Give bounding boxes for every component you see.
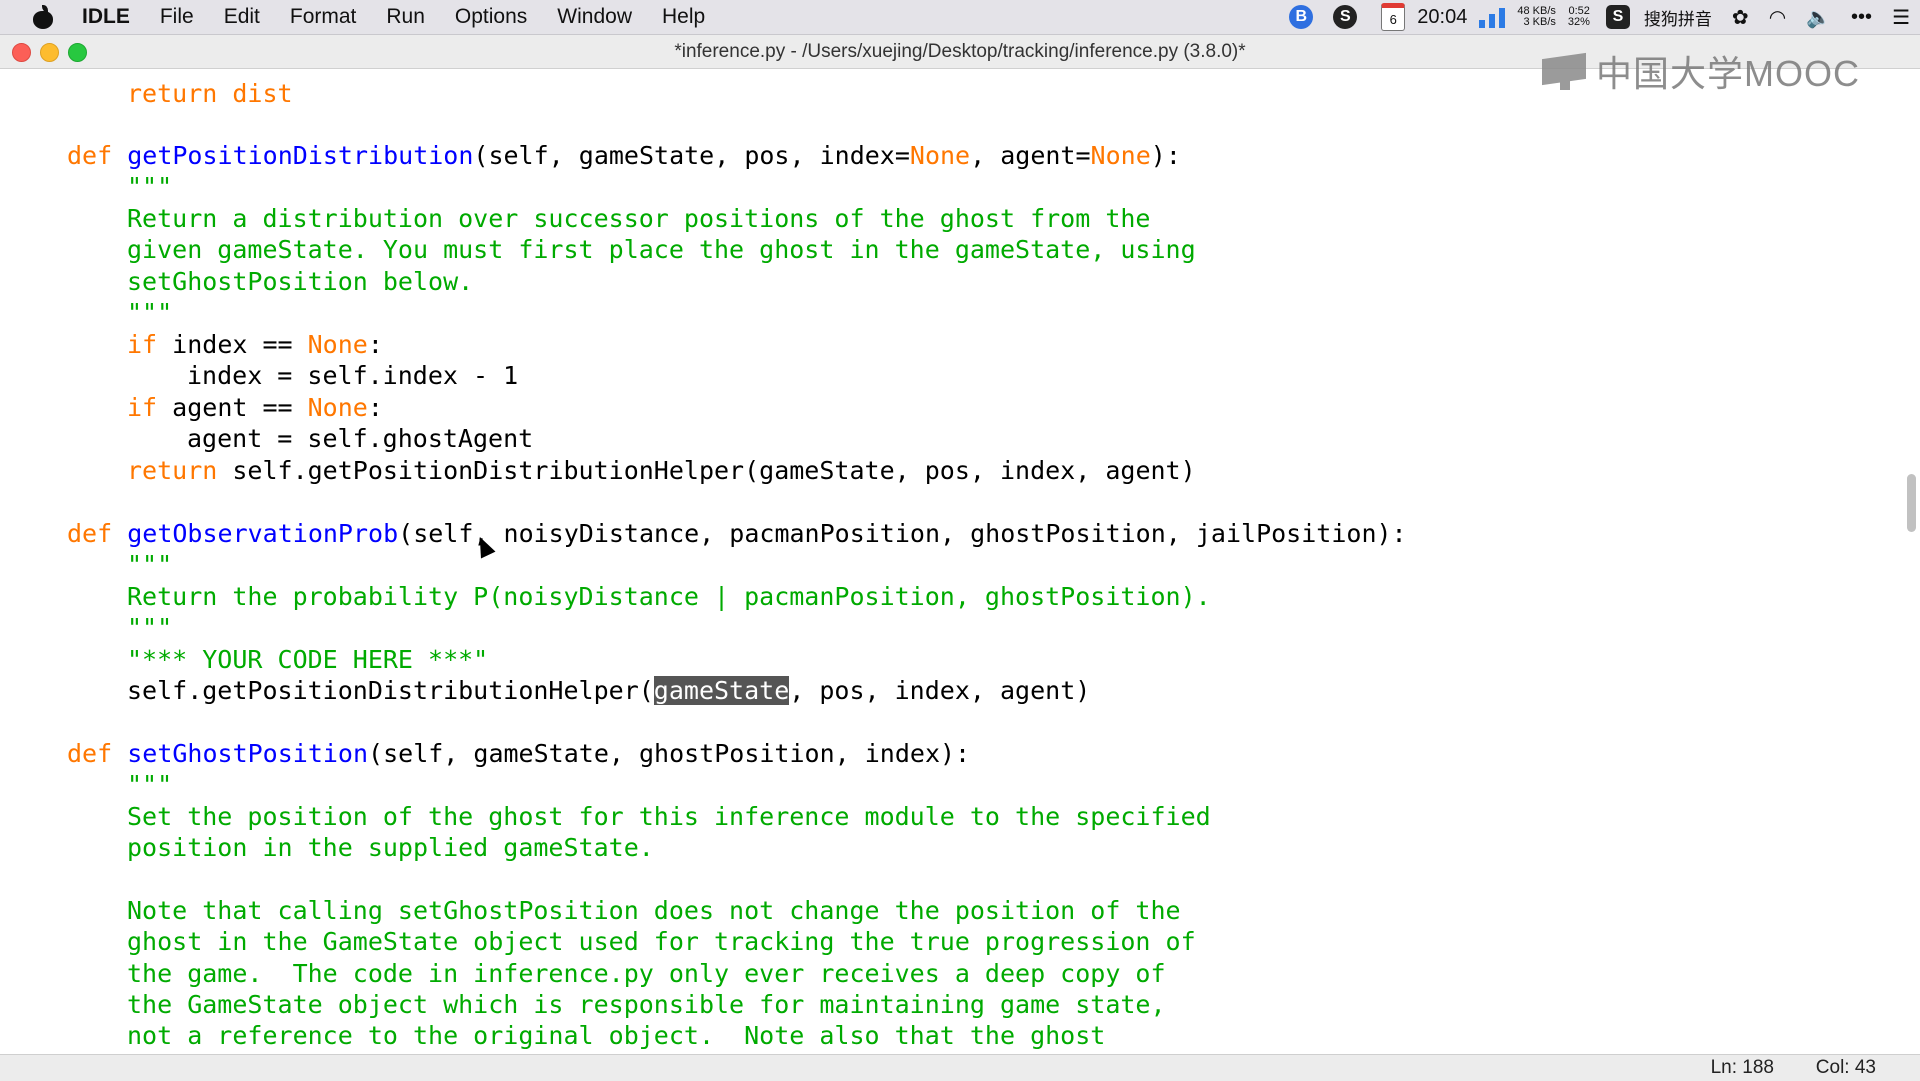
code-line: the GameState object which is responsibl… [127, 990, 1166, 1019]
code-token: , pos, index, agent) [789, 676, 1091, 705]
code-line: return dist [127, 78, 293, 109]
code-line: self.getPositionDistributionHelper(gameS… [127, 675, 1090, 706]
function-name: getPositionDistribution [127, 141, 474, 170]
code-token: None [307, 393, 368, 422]
column-number: Col: 43 [1815, 1057, 1876, 1078]
code-token: : [367, 393, 383, 422]
sogou-icon[interactable]: S [1605, 5, 1630, 29]
network-speed[interactable]: 48 KB/s 3 KB/s [1517, 6, 1556, 28]
code-token: self.getPositionDistributionHelper( [127, 676, 654, 705]
input-method[interactable]: 搜狗拼音 [1644, 5, 1712, 30]
menu-window[interactable]: Window [557, 5, 632, 29]
menu-options[interactable]: Options [455, 5, 527, 29]
menu-help[interactable]: Help [662, 5, 705, 29]
code-line: Note that calling setGhostPosition does … [127, 896, 1181, 925]
code-line: """ [127, 172, 173, 201]
code-token: return dist [127, 79, 293, 108]
code-line: Return the probability P(noisyDistance |… [127, 582, 1211, 611]
more-icon[interactable]: ••• [1851, 6, 1872, 29]
code-token: : [367, 330, 383, 359]
function-name: getObservationProb [127, 519, 399, 548]
code-line: """ [127, 550, 173, 579]
volume-icon[interactable]: 🔈 [1806, 5, 1831, 30]
line-number: Ln: 188 [1710, 1057, 1774, 1078]
code-token: , agent= [970, 141, 1091, 170]
code-line: def getPositionDistribution(self, gameSt… [67, 140, 1181, 171]
code-token: None [307, 330, 368, 359]
keyword-def: def [67, 739, 113, 768]
code-token: None [909, 141, 971, 170]
code-line: position in the supplied gameState. [127, 833, 654, 862]
code-line: "*** YOUR CODE HERE ***" [127, 645, 489, 674]
code-line: if agent == None: [127, 392, 383, 423]
code-token: if [127, 330, 158, 359]
apple-icon[interactable] [32, 5, 54, 29]
battery-status[interactable]: 0:52 32% [1568, 6, 1590, 28]
vertical-scrollbar[interactable] [1907, 474, 1916, 532]
code-line: """ [127, 770, 173, 799]
app-status-icon[interactable]: S [1333, 5, 1358, 29]
wifi-icon[interactable]: ◠ [1769, 5, 1786, 30]
menu-file[interactable]: File [160, 5, 194, 29]
bluetooth-icon[interactable]: B [1289, 5, 1314, 29]
code-line: not a reference to the original object. … [127, 1021, 1106, 1050]
function-name: setGhostPosition [127, 739, 369, 768]
menu-format[interactable]: Format [290, 5, 357, 29]
code-token: (self, noisyDistance, pacmanPosition, gh… [398, 519, 1407, 548]
code-token: (self, gameState, pos, index= [473, 141, 910, 170]
status-bar: Ln: 188 Col: 43 [0, 1054, 1920, 1081]
code-line: return self.getPositionDistributionHelpe… [127, 455, 1196, 486]
code-token: index == [157, 330, 308, 359]
code-editor[interactable]: return dist def getPositionDistribution(… [0, 69, 1920, 1053]
code-line: the game. The code in inference.py only … [127, 959, 1166, 988]
code-line: Set the position of the ghost for this i… [127, 802, 1211, 831]
code-line: given gameState. You must first place th… [127, 235, 1196, 264]
keyword-def: def [67, 519, 113, 548]
selected-text[interactable]: gameState [653, 676, 790, 705]
code-line: index = self.index - 1 [187, 361, 519, 390]
code-token: agent == [157, 393, 308, 422]
code-token: self.getPositionDistributionHelper(gameS… [217, 456, 1196, 485]
menu-bar: IDLE File Edit Format Run Options Window… [0, 0, 1920, 35]
code-token: if [127, 393, 158, 422]
status-area: B S 6 20:04 48 KB/s 3 KB/s 0:52 32% S 搜狗… [1279, 0, 1920, 34]
mooc-logo-icon [1542, 52, 1590, 90]
code-line: def setGhostPosition(self, gameState, gh… [67, 738, 970, 769]
code-line: """ [127, 298, 173, 327]
code-line: """ [127, 613, 173, 642]
menu-edit[interactable]: Edit [224, 5, 260, 29]
menu-run[interactable]: Run [386, 5, 425, 29]
notification-center-icon[interactable]: ☰ [1892, 5, 1910, 30]
code-token: ): [1150, 141, 1181, 170]
pinwheel-icon[interactable]: ✿ [1732, 5, 1749, 30]
mooc-watermark: 中国大学MOOC [1542, 45, 1860, 97]
code-line: agent = self.ghostAgent [187, 424, 534, 453]
code-token: return [127, 456, 218, 485]
code-line: if index == None: [127, 329, 383, 360]
code-token: None [1090, 141, 1151, 170]
calendar-icon[interactable]: 6 [1381, 3, 1406, 31]
code-line: def getObservationProb(self, noisyDistan… [67, 518, 1407, 549]
battery-percent: 32% [1567, 16, 1590, 28]
code-token: (self, gameState, ghostPosition, index): [368, 739, 971, 768]
clock[interactable]: 20:04 [1417, 6, 1467, 29]
menu-app-idle[interactable]: IDLE [82, 5, 130, 29]
cpu-meter-icon[interactable] [1477, 6, 1507, 28]
code-line: setGhostPosition below. [127, 267, 474, 296]
net-down: 3 KB/s [1523, 16, 1556, 28]
code-line: ghost in the GameState object used for t… [127, 927, 1196, 956]
keyword-def: def [67, 141, 113, 170]
watermark-text: 中国大学MOOC [1596, 53, 1860, 94]
code-line: Return a distribution over successor pos… [127, 204, 1151, 233]
